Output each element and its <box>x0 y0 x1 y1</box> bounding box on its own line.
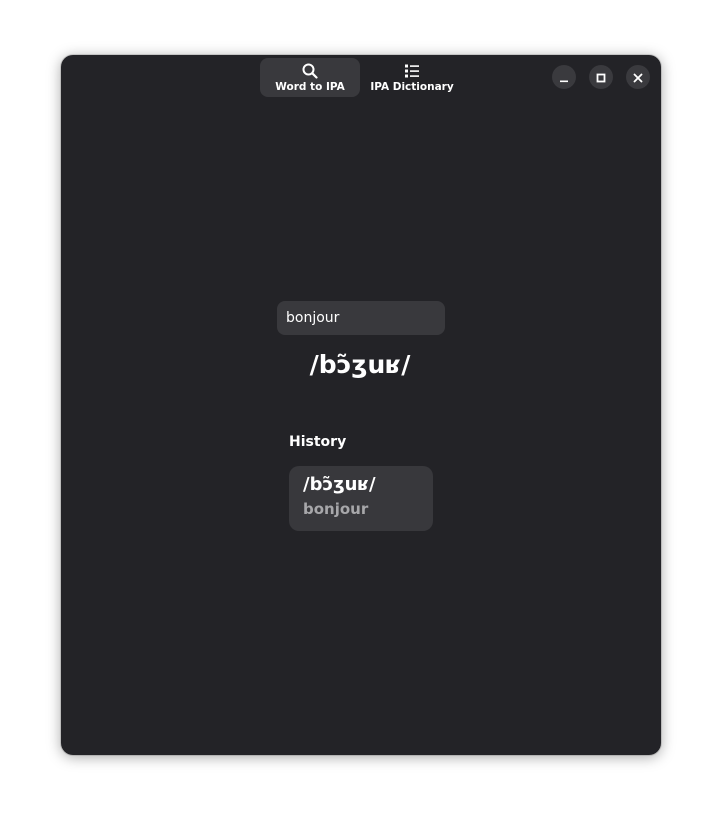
history-heading: History <box>289 434 347 450</box>
search-icon <box>302 62 318 80</box>
minimize-icon <box>559 68 569 87</box>
view-switcher: Word to IPA IPA Dictionary <box>260 58 460 97</box>
maximize-icon <box>596 68 606 87</box>
history-item-ipa: /bɔ̃ʒuʁ/ <box>303 474 376 495</box>
ipa-result: /bɔ̃ʒuʁ/ <box>309 350 411 379</box>
tab-word-to-ipa[interactable]: Word to IPA <box>260 58 360 97</box>
close-button[interactable] <box>626 65 650 89</box>
list-icon <box>404 62 420 80</box>
minimize-button[interactable] <box>552 65 576 89</box>
tab-label: Word to IPA <box>275 81 345 93</box>
tab-label: IPA Dictionary <box>370 81 454 93</box>
history-item[interactable]: /bɔ̃ʒuʁ/ bonjour <box>289 466 433 531</box>
close-icon <box>633 68 643 87</box>
word-input[interactable]: bonjour <box>277 301 445 335</box>
app-window: Word to IPA IPA Dictionary bonjour /bɔ̃ʒ… <box>61 55 661 755</box>
maximize-button[interactable] <box>589 65 613 89</box>
header-bar: Word to IPA IPA Dictionary <box>61 55 661 101</box>
history-item-word: bonjour <box>303 500 369 518</box>
tab-ipa-dictionary[interactable]: IPA Dictionary <box>364 58 460 97</box>
